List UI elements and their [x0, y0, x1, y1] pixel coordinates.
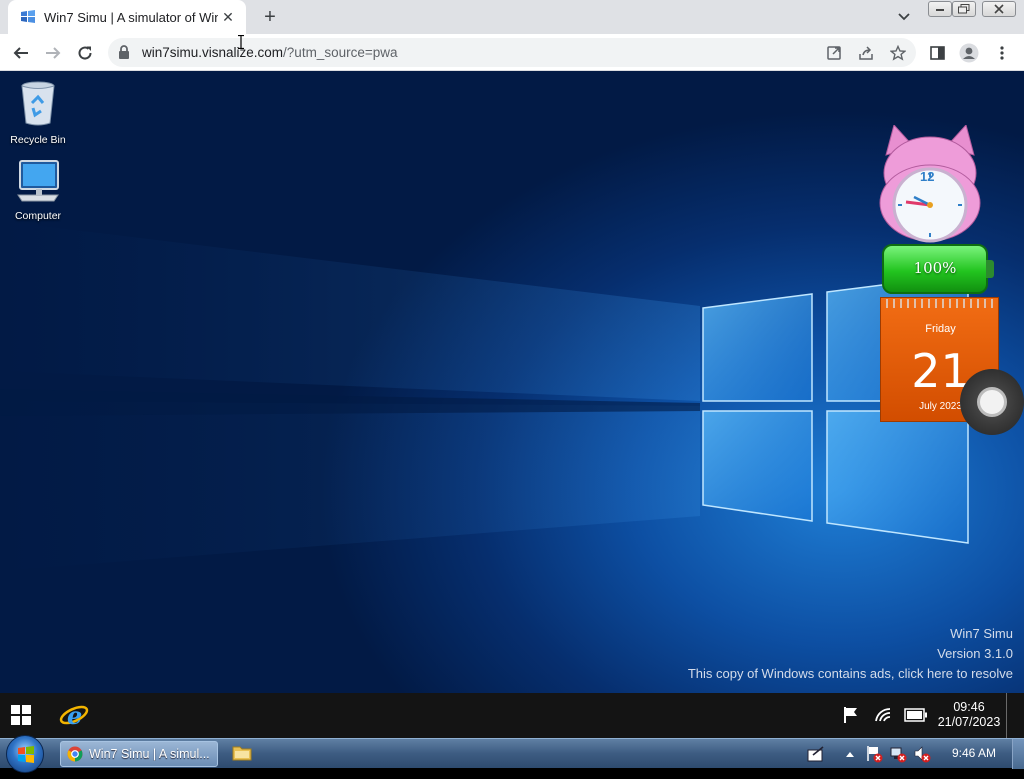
watermark-ads-link[interactable]: This copy of Windows contains ads, click…	[688, 666, 1013, 681]
new-tab-button[interactable]: +	[258, 6, 282, 28]
svg-text:e: e	[67, 701, 82, 730]
back-arrow-icon	[13, 47, 28, 59]
assistive-touch-icon	[977, 387, 1007, 417]
tab-close-icon[interactable]: ✕	[218, 7, 238, 27]
window-close-button[interactable]	[982, 1, 1016, 17]
desktop-icon-computer[interactable]: Computer	[2, 159, 74, 222]
file-explorer-icon[interactable]	[232, 744, 252, 762]
bookmark-star-icon[interactable]	[888, 43, 908, 63]
simulator-date: 21/07/2023	[937, 715, 1001, 729]
address-bar[interactable]: win7simu.visnalize.com/?utm_source=pwa	[108, 38, 916, 67]
taskbar-chrome-window[interactable]: Win7 Simu | A simul...	[60, 741, 218, 767]
reload-icon	[78, 46, 92, 60]
forward-button[interactable]	[40, 40, 66, 66]
wallpaper-windows-logo	[0, 221, 969, 571]
windows-logo-icon	[11, 705, 31, 725]
text-cursor-icon	[238, 35, 244, 49]
browser-toolbar: win7simu.visnalize.com/?utm_source=pwa	[0, 34, 1024, 71]
clock-gadget[interactable]: 12	[876, 123, 984, 249]
battery-level: 100%	[913, 259, 957, 277]
host-taskbar: Win7 Simu | A simul... 9:46 AM	[0, 735, 1024, 773]
clock-twelve-label: 12	[920, 169, 935, 184]
window-restore-button[interactable]	[952, 1, 976, 17]
desktop[interactable]: Recycle Bin Computer 12 100% Friday 21 J…	[0, 71, 1024, 693]
calendar-rings-icon	[886, 299, 993, 308]
show-desktop-button[interactable]	[1006, 693, 1007, 738]
win7-start-orb-icon[interactable]	[6, 735, 44, 773]
reload-button[interactable]	[72, 40, 98, 66]
internet-explorer-button[interactable]: e	[56, 699, 92, 731]
start-button[interactable]	[6, 699, 36, 731]
watermark-title: Win7 Simu	[950, 626, 1013, 641]
action-center-tray-icon[interactable]	[806, 745, 826, 763]
side-panel-button[interactable]	[924, 40, 950, 66]
assistive-touch-button[interactable]	[960, 369, 1024, 435]
more-vert-icon	[1000, 46, 1004, 60]
computer-icon	[17, 160, 59, 202]
calendar-day: Friday	[925, 323, 956, 335]
desktop-icon-recycle-bin[interactable]: Recycle Bin	[2, 79, 74, 146]
action-center-flag-icon[interactable]	[838, 699, 864, 731]
recycle-bin-icon	[21, 81, 55, 126]
watermark-version: Version 3.1.0	[937, 646, 1013, 661]
simulator-taskbar: e 09:46 21/07/2023	[0, 693, 1024, 738]
battery-tray-icon[interactable]	[902, 699, 930, 731]
browser-tab[interactable]: Win7 Simu | A simulator of Windows ✕	[8, 0, 246, 34]
profile-button[interactable]	[956, 40, 982, 66]
host-show-desktop-button[interactable]	[1012, 739, 1024, 769]
taskbar-chrome-title: Win7 Simu | A simul...	[89, 747, 210, 761]
computer-label: Computer	[14, 210, 62, 222]
win7simu-favicon-icon	[20, 10, 36, 24]
simulator-time: 09:46	[953, 700, 985, 714]
share-icon[interactable]	[856, 43, 876, 63]
side-panel-icon	[929, 46, 945, 60]
show-hidden-icons-icon[interactable]	[842, 745, 858, 763]
browser-menu-button[interactable]	[989, 40, 1015, 66]
open-in-app-icon[interactable]	[824, 43, 844, 63]
profile-avatar-icon	[959, 43, 979, 63]
chrome-icon	[67, 746, 83, 762]
lock-icon[interactable]	[118, 45, 130, 65]
volume-muted-icon[interactable]	[912, 745, 932, 763]
internet-explorer-icon: e	[59, 701, 89, 730]
battery-gadget[interactable]: 100%	[880, 244, 996, 294]
forward-arrow-icon	[46, 47, 61, 59]
url-text: win7simu.visnalize.com/?utm_source=pwa	[142, 45, 398, 60]
wifi-icon[interactable]	[870, 699, 896, 731]
tab-title: Win7 Simu | A simulator of Windows	[44, 9, 218, 25]
action-center-flag-error-icon[interactable]	[864, 745, 884, 763]
network-error-icon[interactable]	[888, 745, 908, 763]
browser-tabstrip: Win7 Simu | A simulator of Windows ✕ +	[0, 0, 1024, 34]
back-button[interactable]	[8, 40, 34, 66]
tab-search-chevron-icon[interactable]	[894, 8, 914, 26]
window-minimize-button[interactable]	[928, 1, 952, 17]
host-clock[interactable]: 9:46 AM	[944, 746, 1004, 760]
simulator-clock[interactable]: 09:46 21/07/2023	[934, 700, 1004, 730]
recycle-bin-label: Recycle Bin	[10, 134, 66, 146]
